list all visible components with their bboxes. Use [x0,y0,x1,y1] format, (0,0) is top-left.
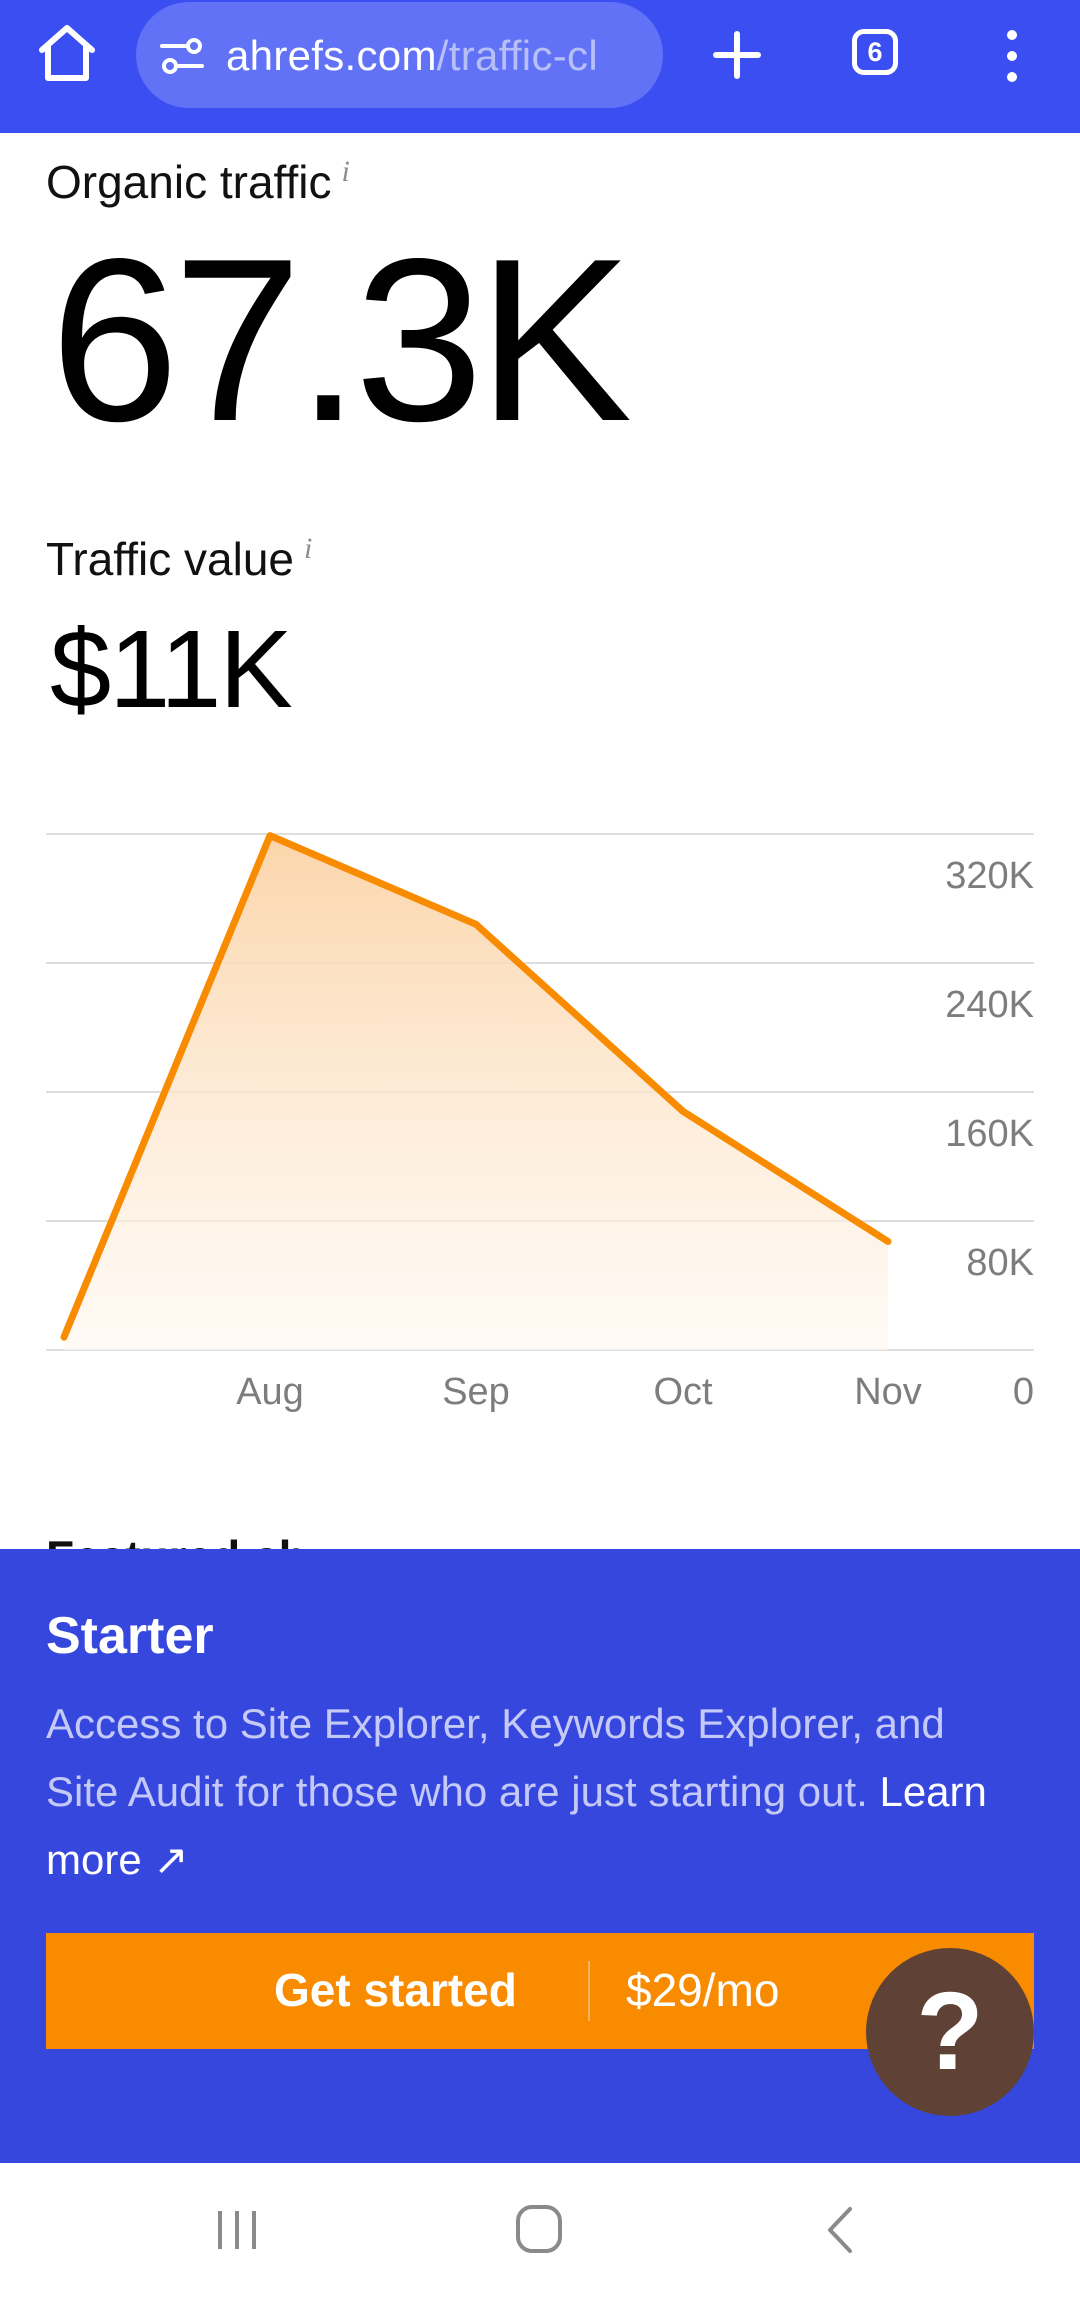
more-menu-icon[interactable] [1000,28,1024,84]
traffic-value-amount: $11K [50,608,293,731]
y-tick-label: 240K [945,984,1034,1026]
get-started-label: Get started [274,1964,517,2016]
y-tick-label: 0 [1013,1371,1034,1413]
help-button[interactable]: ? [866,1948,1034,2116]
info-icon[interactable]: i [304,532,312,565]
site-settings-icon[interactable] [158,36,206,76]
x-tick-label: Sep [442,1371,510,1413]
y-tick-label: 160K [945,1113,1034,1155]
organic-traffic-label: Organic traffic i [46,155,350,209]
home-nav-icon[interactable] [514,2203,564,2255]
plan-title: Starter [46,1607,214,1665]
info-icon[interactable]: i [341,155,349,188]
y-tick-label: 80K [966,1242,1034,1284]
address-bar[interactable]: ahrefs.com/traffic-cl [136,2,663,108]
new-tab-icon[interactable] [712,30,762,80]
organic-traffic-label-text: Organic traffic [46,156,332,208]
y-tick-label: 320K [945,855,1034,897]
plan-price: $29/mo [626,1964,780,2016]
tab-switcher-button[interactable]: 6 [852,29,898,75]
back-icon[interactable] [822,2205,858,2255]
recent-apps-icon[interactable] [214,2207,260,2253]
organic-traffic-value: 67.3K [50,211,632,470]
x-tick-label: Oct [653,1371,713,1413]
x-tick-label: Aug [236,1371,304,1413]
url-domain: ahrefs.com [226,32,437,79]
browser-toolbar: ahrefs.com/traffic-cl 6 [0,0,1080,133]
button-divider [588,1961,590,2021]
home-icon[interactable] [34,20,100,86]
plan-description-text: Access to Site Explorer, Keywords Explor… [46,1700,945,1815]
x-tick-label: Nov [854,1371,922,1413]
plan-description: Access to Site Explorer, Keywords Explor… [46,1690,1006,1894]
url-path: /traffic-cl [436,32,598,79]
system-navigation-bar [0,2163,1080,2297]
traffic-value-label-text: Traffic value [46,533,294,585]
traffic-value-label: Traffic value i [46,532,312,586]
organic-traffic-chart: 320K 240K 160K 80K 0 Aug Sep Oct Nov [46,832,1034,1413]
url-text: ahrefs.com/traffic-cl [226,32,598,80]
